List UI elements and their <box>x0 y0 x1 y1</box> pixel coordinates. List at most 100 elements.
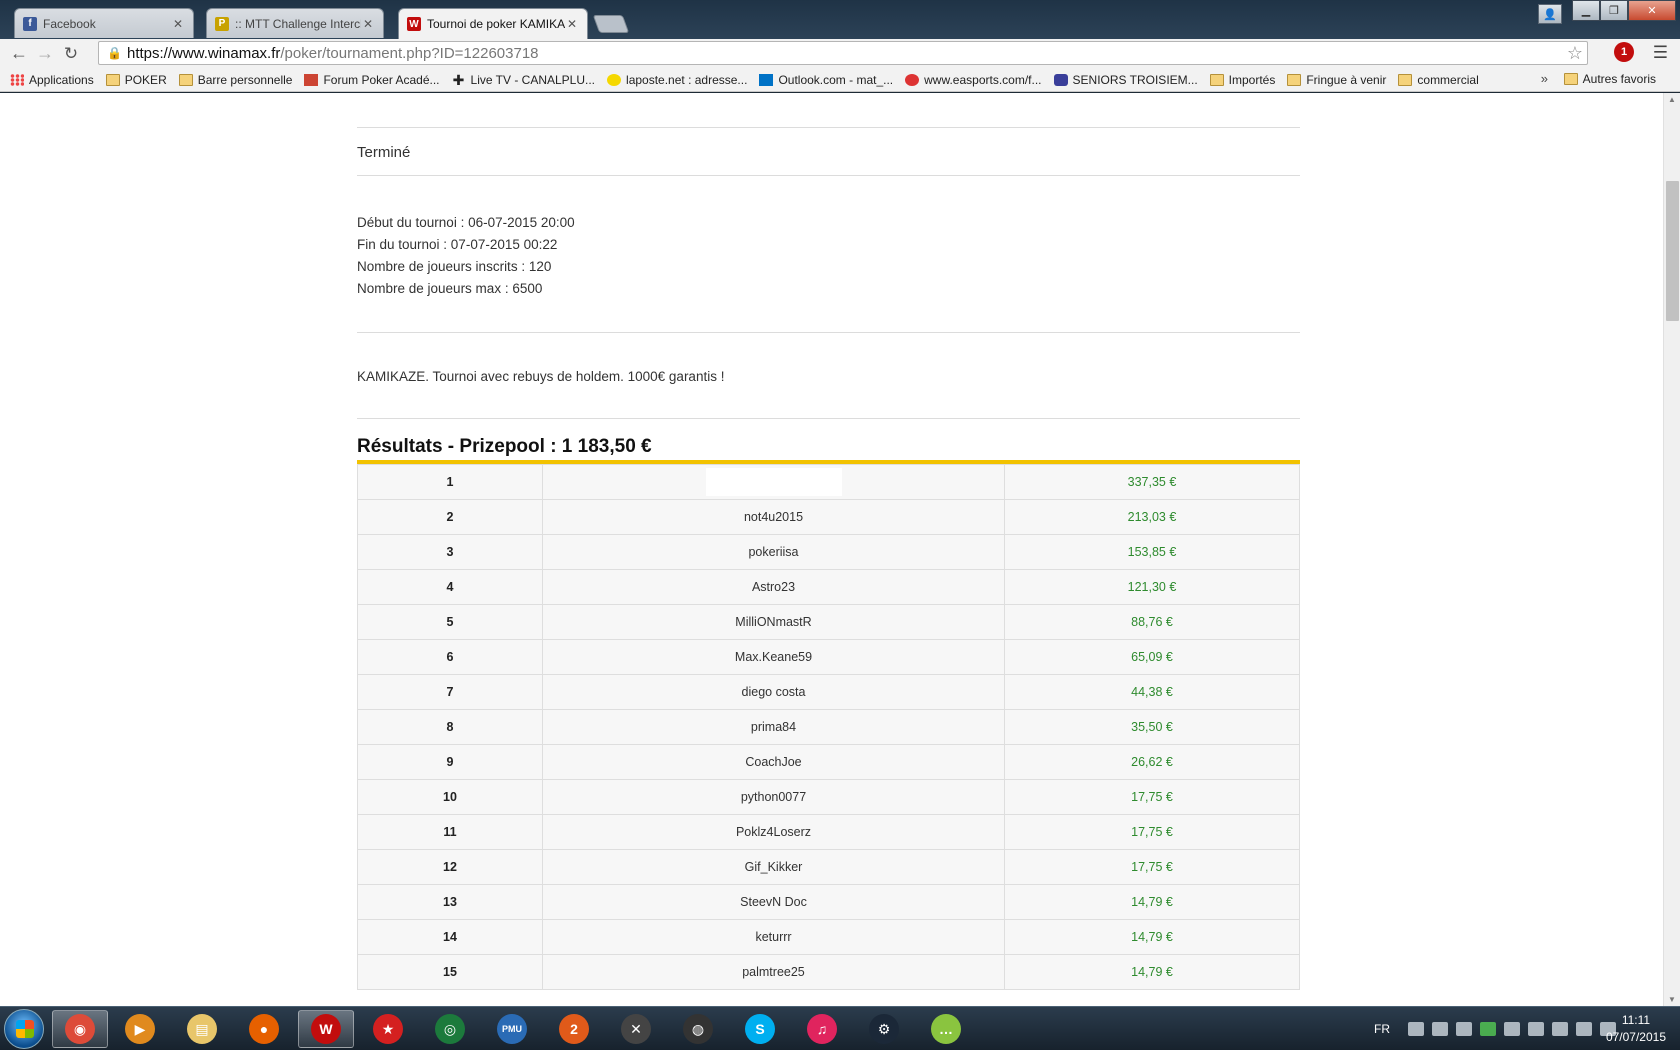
bookmark-applications[interactable]: Applications <box>10 73 94 87</box>
tab-winamax-tournament[interactable]: W Tournoi de poker KAMIKAZE ✕ <box>398 8 588 39</box>
taskbar-app-media-player[interactable]: ▶ <box>112 1010 168 1048</box>
taskbar-app-pmu[interactable]: PMU <box>484 1010 540 1048</box>
close-tab-icon[interactable]: ✕ <box>171 17 185 31</box>
forward-arrow-icon[interactable]: → <box>32 42 58 66</box>
tournament-start: Début du tournoi : 06-07-2015 20:00 <box>357 215 575 230</box>
bookmark-label: Fringue à venir <box>1306 72 1387 87</box>
close-window-icon[interactable]: ✕ <box>1628 0 1676 21</box>
address-bar[interactable]: 🔒 https://www.winamax.fr/poker/tournamen… <box>98 41 1588 65</box>
tab-mtt-challenge[interactable]: P :: MTT Challenge Interclub ✕ <box>206 8 384 38</box>
menu-icon[interactable]: ☰ <box>1653 43 1668 63</box>
back-arrow-icon[interactable]: ← <box>6 42 32 66</box>
close-tab-icon[interactable]: ✕ <box>565 17 579 31</box>
scroll-down-icon[interactable]: ▼ <box>1668 995 1676 1004</box>
plus-icon: ✚ <box>452 71 465 88</box>
taskbar-app-chrome[interactable]: ◉ <box>52 1010 108 1048</box>
rank-cell: 3 <box>357 534 543 570</box>
language-indicator[interactable]: FR <box>1374 1022 1390 1036</box>
bookmark-fringue[interactable]: Fringue à venir <box>1287 73 1386 87</box>
bookmark-easports[interactable]: www.easports.com/f... <box>905 73 1042 87</box>
tool-icon: ✕ <box>621 1014 651 1044</box>
action-center-flag-icon[interactable] <box>1576 1022 1592 1036</box>
new-tab-button[interactable] <box>592 15 630 33</box>
adblock-extension-icon[interactable]: 1 <box>1614 42 1634 62</box>
tab-title: Tournoi de poker KAMIKAZE <box>427 17 565 31</box>
start-button[interactable] <box>4 1009 44 1049</box>
player-cell: MilliONmastR <box>542 604 1005 640</box>
volume-icon[interactable] <box>1552 1022 1568 1036</box>
taskbar-app-tool[interactable]: ✕ <box>608 1010 664 1048</box>
taskbar-app-chat[interactable]: … <box>918 1010 974 1048</box>
bookmark-seniors[interactable]: SENIORS TROISIEM... <box>1053 73 1198 87</box>
bookmarks-overflow-chevron-icon[interactable]: » <box>1541 71 1548 86</box>
reload-icon[interactable]: ↻ <box>58 42 84 66</box>
tournament-status: Terminé <box>357 144 411 161</box>
bookmark-importes[interactable]: Importés <box>1209 73 1275 87</box>
tray-razer-icon[interactable] <box>1480 1022 1496 1036</box>
rank-cell: 7 <box>357 674 543 710</box>
bookmark-forum-poker[interactable]: Forum Poker Acadé... <box>304 73 440 87</box>
minimize-icon[interactable]: ▁ <box>1572 0 1600 21</box>
taskbar-app-itunes[interactable]: ♫ <box>794 1010 850 1048</box>
bookmark-label: laposte.net : adresse... <box>626 72 748 87</box>
tray-windows-icon[interactable] <box>1408 1022 1424 1036</box>
facebook-icon: f <box>23 16 37 31</box>
table-row: 11 Poklz4Loserz 17,75 € <box>357 814 1300 850</box>
bookmarks-bar: Applications POKER Barre personnelle For… <box>0 68 1680 92</box>
tray-app-icon[interactable] <box>1432 1022 1448 1036</box>
taskbar-app-tournament[interactable]: ◍ <box>670 1010 726 1048</box>
bookmark-other-favorites[interactable]: Autres favoris <box>1563 72 1656 86</box>
url-path: /poker/tournament.php?ID=122603718 <box>280 44 539 62</box>
taskbar-app-poker-client[interactable]: ◎ <box>422 1010 478 1048</box>
vertical-scrollbar[interactable]: ▲ ▼ <box>1663 93 1680 1006</box>
clock[interactable]: 11:11 07/07/2015 <box>1606 1012 1666 1046</box>
bookmark-label: Live TV - CANALPLU... <box>470 72 596 87</box>
tray-network-icon[interactable] <box>1528 1022 1544 1036</box>
table-row: 2 not4u2015 213,03 € <box>357 499 1300 535</box>
tab-facebook[interactable]: f Facebook ✕ <box>14 8 194 38</box>
taskbar-app-pt-2[interactable]: 2 <box>546 1010 602 1048</box>
taskbar-app-winamax[interactable]: W <box>298 1010 354 1048</box>
bookmark-live-tv[interactable]: ✚ Live TV - CANALPLU... <box>452 71 596 88</box>
gain-cell: 26,62 € <box>1004 744 1300 780</box>
ea-icon <box>905 73 920 86</box>
taskbar-app-steam[interactable]: ⚙ <box>856 1010 912 1048</box>
bookmark-commercial[interactable]: commercial <box>1398 73 1479 87</box>
bookmark-label: Barre personnelle <box>197 72 293 87</box>
bookmark-star-icon[interactable]: ☆ <box>1567 43 1583 64</box>
steam-icon: ⚙ <box>869 1014 899 1044</box>
gain-cell: 44,38 € <box>1004 674 1300 710</box>
bookmark-laposte[interactable]: laposte.net : adresse... <box>607 73 747 87</box>
rank-cell: 10 <box>357 779 543 815</box>
table-row: 13 SteevN Doc 14,79 € <box>357 884 1300 920</box>
skype-icon: S <box>745 1014 775 1044</box>
maximize-icon[interactable]: ❐ <box>1600 0 1628 21</box>
taskbar-app-firefox[interactable]: ● <box>236 1010 292 1048</box>
bookmark-barre-personnelle[interactable]: Barre personnelle <box>178 72 293 87</box>
folder-icon <box>1398 73 1413 86</box>
gain-cell: 17,75 € <box>1004 814 1300 850</box>
scrollbar-thumb[interactable] <box>1666 181 1679 321</box>
media-player-icon: ▶ <box>125 1014 155 1044</box>
club-icon <box>1053 73 1068 86</box>
outlook-icon <box>759 73 774 86</box>
taskbar-app-skype[interactable]: S <box>732 1010 788 1048</box>
url-host: https://www.winamax.fr <box>127 44 281 62</box>
user-profile-icon[interactable]: 👤 <box>1538 4 1562 24</box>
bookmark-label: Autres favoris <box>1582 72 1656 86</box>
close-tab-icon[interactable]: ✕ <box>361 17 375 31</box>
explorer-icon: ▤ <box>187 1014 217 1044</box>
folder-icon <box>1209 73 1224 86</box>
taskbar-app-pokerstars[interactable]: ★ <box>360 1010 416 1048</box>
table-row: 3 pokeriisa 153,85 € <box>357 534 1300 570</box>
taskbar-app-explorer[interactable]: ▤ <box>174 1010 230 1048</box>
rank-cell: 13 <box>357 884 543 920</box>
winamax-icon: W <box>407 17 421 31</box>
player-cell: python0077 <box>542 779 1005 815</box>
tray-sync-icon[interactable] <box>1504 1022 1520 1036</box>
bookmark-outlook[interactable]: Outlook.com - mat_... <box>759 73 893 87</box>
bookmark-poker[interactable]: POKER <box>105 73 167 87</box>
scroll-up-icon[interactable]: ▲ <box>1668 95 1676 104</box>
gain-cell: 337,35 € <box>1004 464 1300 500</box>
tray-keyboard-icon[interactable] <box>1456 1022 1472 1036</box>
